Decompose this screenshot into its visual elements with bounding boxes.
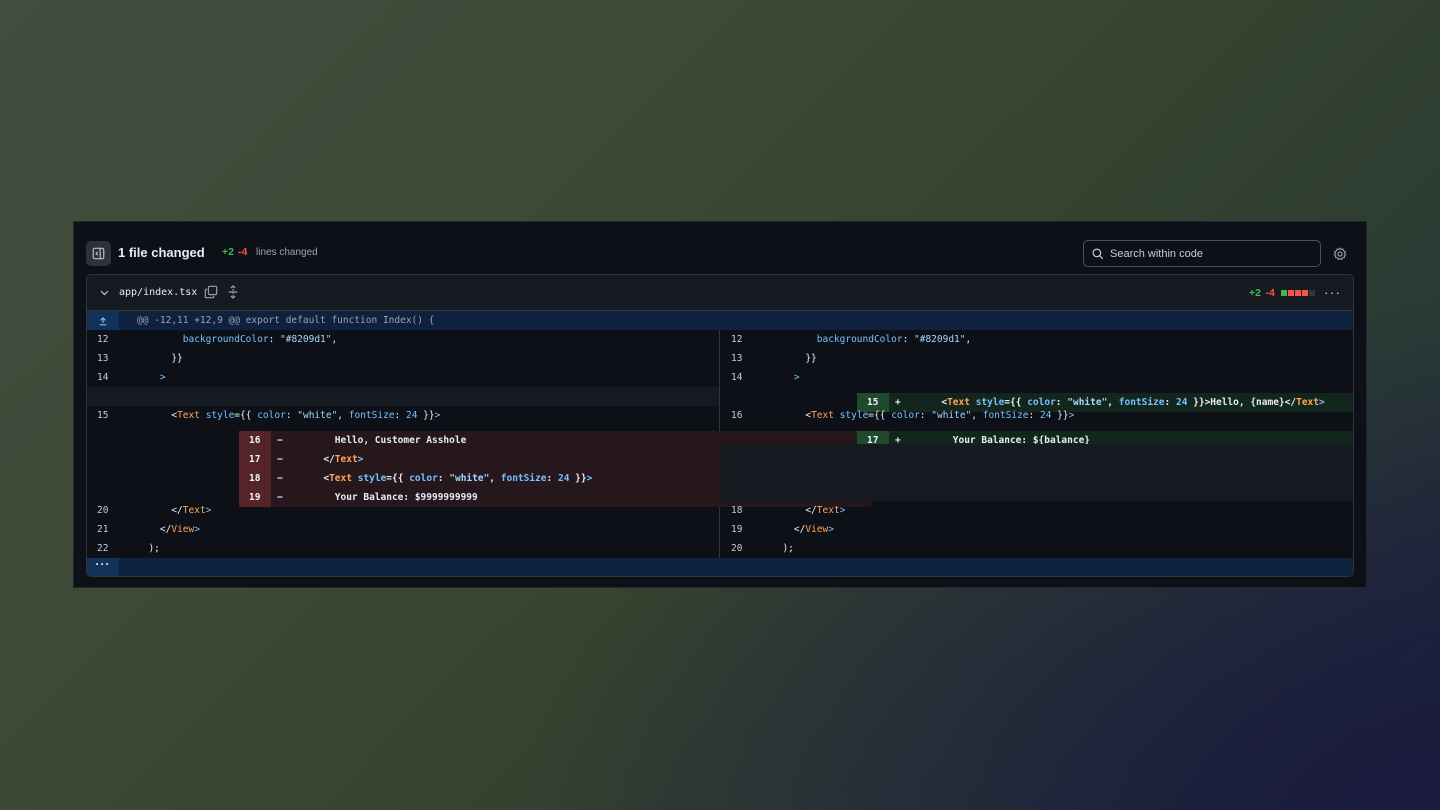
deletions-count: -4 <box>238 246 248 258</box>
diff-line[interactable]: 15 <Text style={{ color: "white", fontSi… <box>87 406 719 425</box>
sidebar-collapse-icon <box>92 247 105 260</box>
code-text: > <box>793 372 800 383</box>
diff-panel: 1 file changed +2 -4 lines changed app/i… <box>73 221 1367 588</box>
diff-line[interactable] <box>721 463 1353 482</box>
line-number[interactable]: 14 <box>721 368 753 387</box>
code-text: backgroundColor: "#8209d1", <box>182 334 338 345</box>
code-text: </View> <box>159 524 200 535</box>
line-number[interactable]: 12 <box>721 330 753 349</box>
code-text: </Text> <box>171 505 212 516</box>
code-text: ); <box>771 543 794 554</box>
line-number[interactable]: 15 <box>87 406 119 425</box>
diff-line[interactable] <box>87 387 719 406</box>
diff-marker: − <box>277 435 283 446</box>
diff-line[interactable]: 13 }} <box>721 349 1353 368</box>
files-changed-title: 1 file changed <box>118 245 205 260</box>
line-number[interactable]: 22 <box>87 539 119 558</box>
line-number[interactable] <box>721 444 753 463</box>
line-number[interactable]: 18 <box>239 469 271 488</box>
line-number[interactable]: 19 <box>721 520 753 539</box>
line-number[interactable]: 21 <box>87 520 119 539</box>
diff-line[interactable]: 16 <Text style={{ color: "white", fontSi… <box>721 406 1353 425</box>
diff-line[interactable]: 18 </Text> <box>721 501 1353 520</box>
file-diff: app/index.tsx +2 -4 ··· @@ -12,11 +12,9 … <box>86 274 1354 577</box>
expand-icon[interactable] <box>226 285 240 299</box>
code-text: </Text> <box>323 454 364 465</box>
diff-line[interactable] <box>721 444 1353 463</box>
hunk-header: @@ -12,11 +12,9 @@ export default functi… <box>87 311 1353 330</box>
diff-line[interactable]: 20 ); <box>721 539 1353 558</box>
diff-line[interactable]: 13 }} <box>87 349 719 368</box>
line-number[interactable]: 17 <box>239 450 271 469</box>
expand-up-button[interactable] <box>87 311 119 330</box>
ellipsis-icon: ··· <box>95 557 111 571</box>
diff-line[interactable] <box>721 482 1353 501</box>
diffstat-square <box>1288 290 1294 296</box>
diffstat-bar <box>1281 290 1315 296</box>
diffstat-square <box>1309 290 1315 296</box>
line-number[interactable]: 13 <box>87 349 119 368</box>
diff-line[interactable]: 19 </View> <box>721 520 1353 539</box>
hunk-footer: ··· <box>87 557 1353 576</box>
line-number[interactable]: 16 <box>721 406 753 425</box>
diff-line[interactable]: 12 backgroundColor: "#8209d1", <box>721 330 1353 349</box>
copy-icon[interactable] <box>204 285 218 299</box>
diff-marker: − <box>277 454 283 465</box>
line-number[interactable] <box>721 482 753 501</box>
diff-line[interactable]: 20 </Text> <box>87 501 719 520</box>
chevron-down-icon[interactable] <box>99 287 110 298</box>
code-text: backgroundColor: "#8209d1", <box>816 334 972 345</box>
diff-left-pane: 12 backgroundColor: "#8209d1", 13 }} 14 >1… <box>87 330 871 558</box>
diff-line[interactable]: 22 ); <box>87 539 719 558</box>
diffstat-square <box>1281 290 1287 296</box>
line-number[interactable]: 16 <box>239 431 271 450</box>
code-text: ); <box>137 543 160 554</box>
search-box[interactable] <box>1083 240 1321 267</box>
diffstat-square <box>1302 290 1308 296</box>
gear-icon <box>1333 247 1347 261</box>
file-name[interactable]: app/index.tsx <box>119 287 197 298</box>
line-number[interactable]: 13 <box>721 349 753 368</box>
diff-marker: − <box>277 473 283 484</box>
diff-toolbar: 1 file changed +2 -4 lines changed <box>86 240 1354 268</box>
file-deletions: -4 <box>1265 287 1275 299</box>
diff-line[interactable]: 14 > <box>87 368 719 387</box>
line-number[interactable]: 20 <box>87 501 119 520</box>
search-icon <box>1092 248 1104 259</box>
code-text: }} <box>137 353 183 364</box>
code-text: <Text style={{ color: "white", fontSize:… <box>805 410 1075 421</box>
code-text: <Text style={{ color: "white", fontSize:… <box>323 473 593 484</box>
line-number[interactable]: 12 <box>87 330 119 349</box>
lines-changed-label: lines changed <box>256 247 318 258</box>
line-number[interactable]: 20 <box>721 539 753 558</box>
diffstat-square <box>1295 290 1301 296</box>
file-additions: +2 <box>1249 287 1261 299</box>
hunk-header-text: @@ -12,11 +12,9 @@ export default functi… <box>137 315 435 326</box>
kebab-icon[interactable]: ··· <box>1324 284 1341 300</box>
settings-button[interactable] <box>1332 246 1348 262</box>
file-header: app/index.tsx +2 -4 ··· <box>87 275 1353 311</box>
code-text: }} <box>771 353 817 364</box>
search-input[interactable] <box>1110 247 1310 260</box>
code-text: </Text> <box>805 505 846 516</box>
code-text: <Text style={{ color: "white", fontSize:… <box>171 410 441 421</box>
line-number[interactable] <box>87 387 119 406</box>
line-number[interactable] <box>721 463 753 482</box>
code-text: > <box>159 372 166 383</box>
expand-more-button[interactable]: ··· <box>87 557 119 576</box>
line-number[interactable]: 14 <box>87 368 119 387</box>
diff-line[interactable]: 12 backgroundColor: "#8209d1", <box>87 330 719 349</box>
line-number[interactable]: 18 <box>721 501 753 520</box>
expand-up-icon <box>99 316 107 325</box>
additions-count: +2 <box>222 246 234 258</box>
sidebar-toggle-button[interactable] <box>86 241 111 266</box>
code-text: Hello, Customer Asshole <box>289 435 467 446</box>
diff-right-pane: 12 backgroundColor: "#8209d1", 13 }} 14 >1… <box>721 330 1353 558</box>
code-text: </View> <box>793 524 834 535</box>
diff-line[interactable]: 21 </View> <box>87 520 719 539</box>
diff-line[interactable]: 14 > <box>721 368 1353 387</box>
